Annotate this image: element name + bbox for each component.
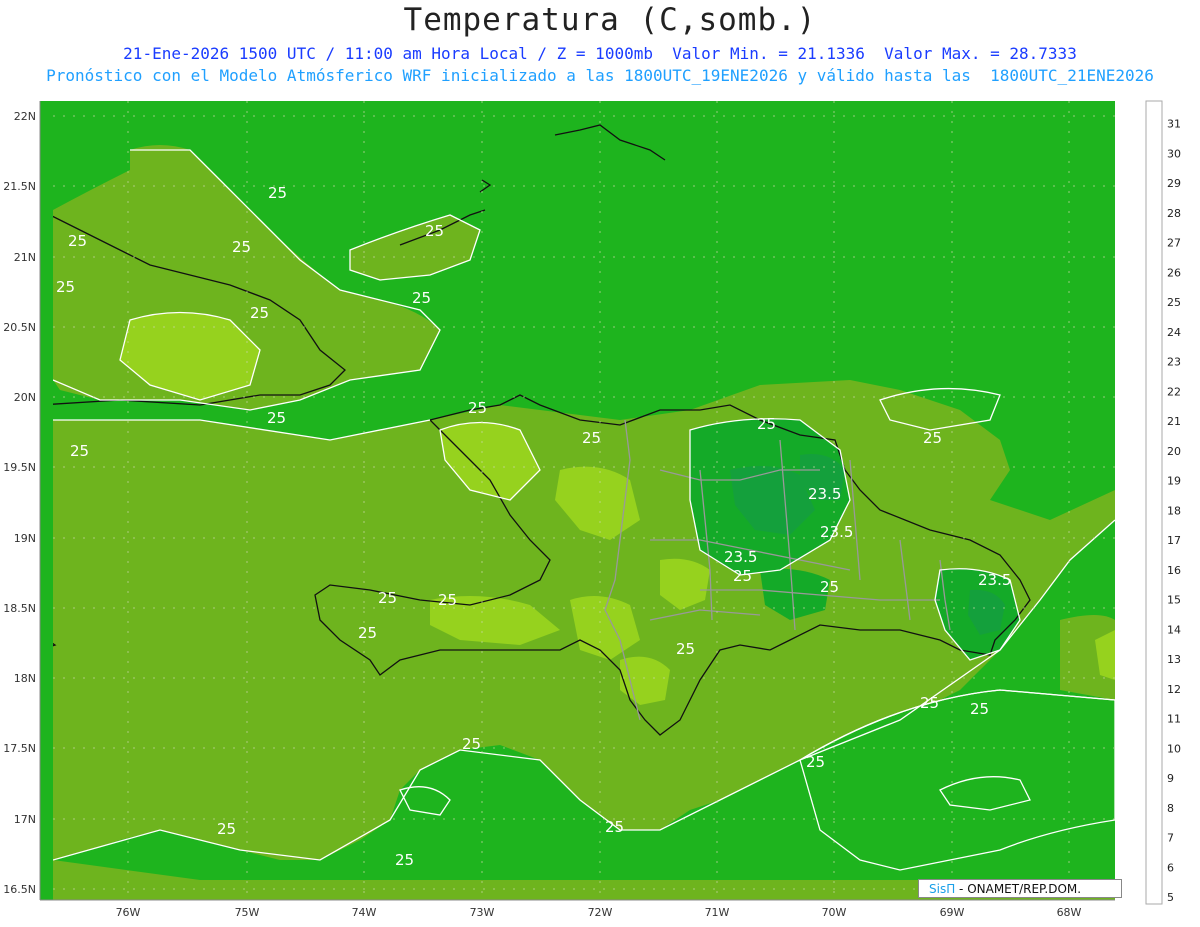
contour-label: 25 <box>267 409 286 427</box>
colorbar-label: 31 <box>1167 118 1181 131</box>
colorbar: 31 30 29 28 27 26 25 24 23 22 21 20 19 18 17 16 15 14 13 12… <box>1145 100 1181 905</box>
contour-label: 25 <box>920 694 939 712</box>
contour-label: 25 <box>605 818 624 836</box>
colorbar-label: 15 <box>1167 594 1181 607</box>
lat-label: 18.5N <box>3 602 36 615</box>
colorbar-label: 11 <box>1167 713 1181 726</box>
colorbar-label: 24 <box>1167 326 1181 339</box>
credit-text: - ONAMET/REP.DOM. <box>955 882 1082 896</box>
lat-label: 17.5N <box>3 742 36 755</box>
contour-label: 25 <box>733 567 752 585</box>
colorbar-label: 25 <box>1167 296 1181 309</box>
contour-label: 25 <box>56 278 75 296</box>
contour-label: 25 <box>412 289 431 307</box>
lat-label: 19.5N <box>3 461 36 474</box>
colorbar-label: 29 <box>1167 177 1181 190</box>
colorbar-label: 8 <box>1167 802 1174 815</box>
lon-label: 71W <box>705 906 730 919</box>
contour-label: 25 <box>820 578 839 596</box>
contour-label: 23.5 <box>808 485 841 503</box>
contour-label: 25 <box>378 589 397 607</box>
lat-label: 20.5N <box>3 321 36 334</box>
credit-box: SisΠ - ONAMET/REP.DOM. <box>918 879 1122 898</box>
lat-label: 22N <box>14 110 36 123</box>
contour-label: 25 <box>582 429 601 447</box>
lat-label: 20N <box>14 391 36 404</box>
contour-label: 25 <box>676 640 695 658</box>
colorbar-label: 17 <box>1167 534 1181 547</box>
contour-label: 25 <box>217 820 236 838</box>
colorbar-label: 18 <box>1167 504 1181 517</box>
lat-label: 21N <box>14 251 36 264</box>
contour-label: 23.5 <box>724 548 757 566</box>
contour-label: 25 <box>468 399 487 417</box>
colorbar-label: 13 <box>1167 653 1181 666</box>
colorbar-frame <box>1145 100 1163 905</box>
lat-labels: 22N 21.5N 21N 20.5N 20N 19.5N 19N 18.5N … <box>3 110 36 896</box>
colorbar-label: 14 <box>1167 623 1181 636</box>
contour-label: 25 <box>232 238 251 256</box>
lat-label: 18N <box>14 672 36 685</box>
colorbar-label: 27 <box>1167 237 1181 250</box>
contour-label: 23.5 <box>978 571 1011 589</box>
lat-label: 21.5N <box>3 180 36 193</box>
colorbar-label: 7 <box>1167 832 1174 845</box>
colorbar-label: 19 <box>1167 475 1181 488</box>
contour-label: 25 <box>923 429 942 447</box>
contour-label: 25 <box>250 304 269 322</box>
lat-label: 16.5N <box>3 883 36 896</box>
contour-label: 25 <box>268 184 287 202</box>
lat-label: 19N <box>14 532 36 545</box>
lon-label: 74W <box>352 906 377 919</box>
lon-label: 68W <box>1057 906 1082 919</box>
lon-label: 76W <box>116 906 141 919</box>
contour-label: 25 <box>358 624 377 642</box>
colorbar-label: 21 <box>1167 415 1181 428</box>
lon-label: 72W <box>588 906 613 919</box>
colorbar-label: 9 <box>1167 772 1174 785</box>
contour-label: 25 <box>806 753 825 771</box>
contour-label: 25 <box>970 700 989 718</box>
colorbar-label: 30 <box>1167 147 1181 160</box>
contour-label: 25 <box>438 591 457 609</box>
colorbar-label: 16 <box>1167 564 1181 577</box>
contour-label: 25 <box>757 415 776 433</box>
lon-labels: 76W 75W 74W 73W 72W 71W 70W 69W 68W <box>116 906 1082 919</box>
colorbar-label: 22 <box>1167 385 1181 398</box>
contour-label: 25 <box>462 735 481 753</box>
contour-label: 25 <box>68 232 87 250</box>
lon-label: 75W <box>235 906 260 919</box>
colorbar-label: 28 <box>1167 207 1181 220</box>
colorbar-label: 20 <box>1167 445 1181 458</box>
contour-label: 25 <box>70 442 89 460</box>
colorbar-label: 6 <box>1167 861 1174 874</box>
colorbar-label: 5 <box>1167 891 1174 904</box>
colorbar-label: 26 <box>1167 266 1181 279</box>
contour-label: 23.5 <box>820 523 853 541</box>
lon-label: 73W <box>470 906 495 919</box>
lat-label: 17N <box>14 813 36 826</box>
colorbar-label: 23 <box>1167 356 1181 369</box>
temperature-map: 22N 21.5N 21N 20.5N 20N 19.5N 19N 18.5N … <box>3 100 1181 919</box>
contour-label: 25 <box>425 222 444 240</box>
colorbar-label: 10 <box>1167 742 1181 755</box>
colorbar-label: 12 <box>1167 683 1181 696</box>
lon-label: 69W <box>940 906 965 919</box>
contour-label: 25 <box>395 851 414 869</box>
lon-label: 70W <box>822 906 847 919</box>
brand-logo-text: SisΠ <box>929 882 956 896</box>
